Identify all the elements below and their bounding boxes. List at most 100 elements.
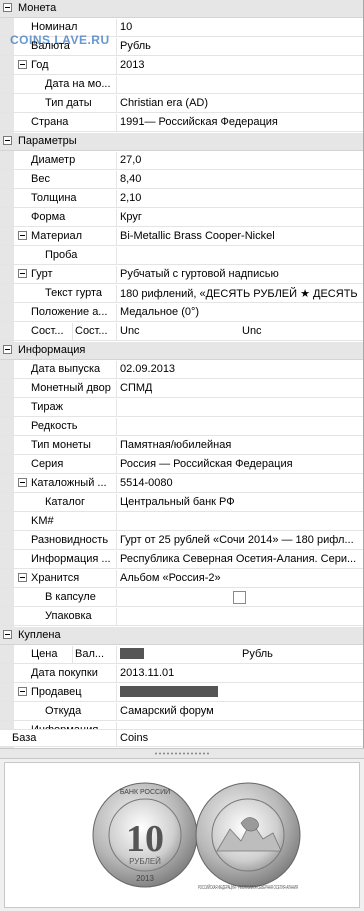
coin-bank-text: БАНК РОССИИ <box>120 789 170 796</box>
row-base[interactable]: База Coins <box>0 729 363 747</box>
row-value[interactable]: Bi-Metallic Brass Cooper-Nickel <box>120 230 275 242</box>
collapse-icon[interactable] <box>18 687 27 696</box>
category-info[interactable]: Информация <box>0 342 363 360</box>
category-moneta[interactable]: Монета <box>0 0 363 18</box>
row-weight[interactable]: Вес 8,40 <box>0 171 363 189</box>
row-position[interactable]: Положение а... Медальное (0°) <box>0 304 363 322</box>
row-proba[interactable]: Проба <box>0 247 363 265</box>
row-label: Монетный двор <box>31 382 111 394</box>
row-edge[interactable]: Гурт Рубчатый с гуртовой надписью <box>0 266 363 284</box>
row-issue-date[interactable]: Дата выпуска 02.09.2013 <box>0 361 363 379</box>
row-value[interactable]: Самарский форум <box>120 705 214 717</box>
row-seller[interactable]: Продавец <box>0 684 363 702</box>
row-material[interactable]: Материал Bi-Metallic Brass Cooper-Nickel <box>0 228 363 246</box>
row-series[interactable]: Серия Россия — Российская Федерация <box>0 456 363 474</box>
row-catalog[interactable]: Каталог Центральный банк РФ <box>0 494 363 512</box>
row-value[interactable]: Альбом «Россия-2» <box>120 572 221 584</box>
row-label: Дата покупки <box>31 667 98 679</box>
panel-splitter[interactable] <box>0 748 364 759</box>
row-buy-date[interactable]: Дата покупки 2013.11.01 <box>0 665 363 683</box>
row-label: Номинал <box>31 21 78 33</box>
collapse-icon[interactable] <box>3 345 12 354</box>
row-shape[interactable]: Форма Круг <box>0 209 363 227</box>
row-value[interactable]: 180 рифлений, «ДЕСЯТЬ РУБЛЕЙ ★ ДЕСЯТЬ ..… <box>120 287 360 300</box>
row-variety[interactable]: Разновидность Гурт от 25 рублей «Сочи 20… <box>0 532 363 550</box>
seller-masked[interactable] <box>120 686 218 698</box>
row-label: Положение а... <box>31 306 108 318</box>
row-label: Хранится <box>31 572 80 584</box>
row-package[interactable]: Упаковка <box>0 608 363 626</box>
row-value[interactable]: 27,0 <box>120 154 141 166</box>
collapse-icon[interactable] <box>18 60 27 69</box>
coin-reverse: РОССИЙСКАЯ ФЕДЕРАЦИЯ · РЕСПУБЛИКА СЕВЕРН… <box>195 782 301 891</box>
row-diameter[interactable]: Диаметр 27,0 <box>0 152 363 170</box>
collapse-icon[interactable] <box>3 630 12 639</box>
collapse-icon[interactable] <box>18 269 27 278</box>
row-label: Проба <box>45 249 78 261</box>
row-mintage[interactable]: Тираж <box>0 399 363 417</box>
row-label: Цена <box>31 648 58 660</box>
row-value[interactable]: Республика Северная Осетия-Алания. Сери.… <box>120 553 360 565</box>
row-value[interactable]: 1991— Российская Федерация <box>120 116 278 128</box>
row-date-on-coin[interactable]: Дата на мо... <box>0 76 363 94</box>
category-label: Монета <box>18 2 57 14</box>
row-value[interactable]: 5514-0080 <box>120 477 173 489</box>
row-mint[interactable]: Монетный двор СПМД <box>0 380 363 398</box>
row-value[interactable]: 10 <box>120 21 132 33</box>
row-label: Год <box>31 59 49 71</box>
row-label: Дата выпуска <box>31 363 101 375</box>
collapse-icon[interactable] <box>18 478 27 487</box>
row-value[interactable]: 2013 <box>120 59 144 71</box>
row-value[interactable]: Рубль <box>242 648 273 660</box>
row-price[interactable]: Цена Вал... Рубль <box>0 646 363 664</box>
row-info-extra[interactable]: Информация ... Республика Северная Осети… <box>0 551 363 569</box>
row-capsule[interactable]: В капсуле <box>0 589 363 607</box>
row-catalog-number[interactable]: Каталожный ... 5514-0080 <box>0 475 363 493</box>
row-label: Гурт <box>31 268 53 280</box>
row-date-type[interactable]: Тип даты Christian era (AD) <box>0 95 363 113</box>
collapse-icon[interactable] <box>18 231 27 240</box>
row-value[interactable]: Гурт от 25 рублей «Сочи 2014» — 180 рифл… <box>120 534 360 546</box>
row-value[interactable]: СПМД <box>120 382 152 394</box>
coin-denomination: 10 <box>126 818 164 860</box>
row-value[interactable]: Круг <box>120 211 142 223</box>
row-value[interactable]: Памятная/юбилейная <box>120 439 231 451</box>
row-label: Текст гурта <box>45 287 103 299</box>
row-stored[interactable]: Хранится Альбом «Россия-2» <box>0 570 363 588</box>
row-currency[interactable]: Валюта Рубль <box>0 38 363 56</box>
coin-image-panel: БАНК РОССИИ 10 РУБЛЕЙ 2013 РОССИЙСКАЯ ФЕ… <box>4 762 360 908</box>
row-year[interactable]: Год 2013 <box>0 57 363 75</box>
row-value[interactable]: Unc <box>120 325 140 337</box>
grip-icon[interactable] <box>154 752 210 755</box>
row-km[interactable]: KM# <box>0 513 363 531</box>
row-label: Страна <box>31 116 69 128</box>
category-parameters[interactable]: Параметры <box>0 133 363 151</box>
row-value[interactable]: Рубчатый с гуртовой надписью <box>120 268 279 280</box>
row-value[interactable]: Coins <box>120 732 148 744</box>
row-label: Откуда <box>45 705 82 717</box>
row-value[interactable]: Christian era (AD) <box>120 97 208 109</box>
price-masked[interactable] <box>120 648 144 660</box>
collapse-icon[interactable] <box>18 573 27 582</box>
category-bought[interactable]: Куплена <box>0 627 363 645</box>
row-state[interactable]: Сост... Сост... Unc Unc <box>0 323 363 341</box>
row-value[interactable]: Рубль <box>120 40 151 52</box>
row-value[interactable]: 2013.11.01 <box>120 667 174 679</box>
row-label: Продавец <box>31 686 82 698</box>
row-value[interactable]: Россия — Российская Федерация <box>120 458 293 470</box>
collapse-icon[interactable] <box>3 136 12 145</box>
row-value[interactable]: 2,10 <box>120 192 141 204</box>
row-thickness[interactable]: Толщина 2,10 <box>0 190 363 208</box>
collapse-icon[interactable] <box>3 3 12 12</box>
row-value[interactable]: 8,40 <box>120 173 141 185</box>
row-rarity[interactable]: Редкость <box>0 418 363 436</box>
row-edge-text[interactable]: Текст гурта 180 рифлений, «ДЕСЯТЬ РУБЛЕЙ… <box>0 285 363 303</box>
row-value[interactable]: 02.09.2013 <box>120 363 175 375</box>
row-country[interactable]: Страна 1991— Российская Федерация <box>0 114 363 132</box>
row-from[interactable]: Откуда Самарский форум <box>0 703 363 721</box>
capsule-checkbox[interactable] <box>233 591 246 604</box>
row-coin-type[interactable]: Тип монеты Памятная/юбилейная <box>0 437 363 455</box>
row-value[interactable]: Медальное (0°) <box>120 306 199 318</box>
row-value[interactable]: Центральный банк РФ <box>120 496 235 508</box>
row-value[interactable]: Unc <box>242 325 262 337</box>
